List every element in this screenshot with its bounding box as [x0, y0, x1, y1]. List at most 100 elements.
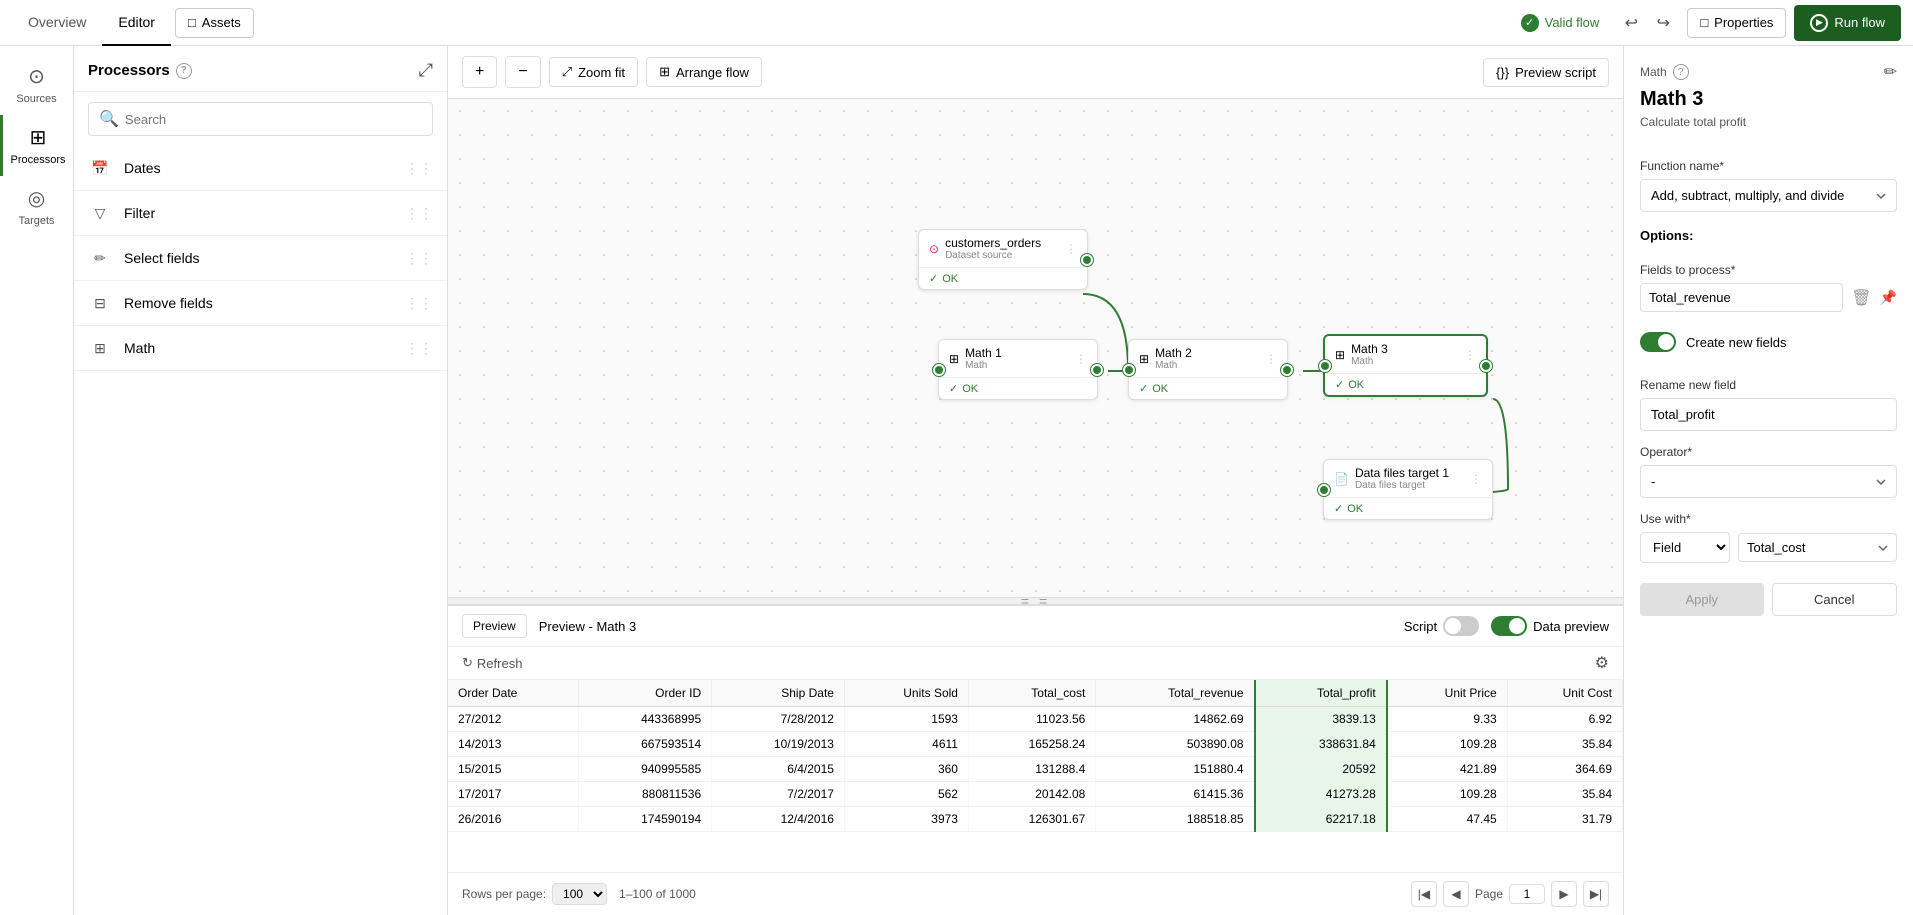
prev-page-button[interactable]: ◀: [1443, 881, 1469, 907]
drag-handle[interactable]: ⋮⋮: [405, 160, 433, 177]
table-column-header[interactable]: Total_revenue: [1096, 680, 1255, 707]
rp-help-icon[interactable]: ?: [1673, 64, 1689, 80]
targets-icon: ◎: [28, 186, 45, 211]
redo-button[interactable]: ↪: [1647, 7, 1679, 39]
preview-tab-button[interactable]: Preview: [462, 614, 527, 638]
output-dot[interactable]: [1281, 364, 1293, 376]
table-column-header[interactable]: Total_profit: [1255, 680, 1387, 707]
refresh-button[interactable]: ↻ Refresh: [462, 655, 522, 671]
data-preview-switch[interactable]: [1491, 616, 1527, 636]
drag-handle[interactable]: ⋮⋮: [405, 340, 433, 357]
script-toggle-switch[interactable]: [1443, 616, 1479, 636]
last-page-button[interactable]: ▶|: [1583, 881, 1609, 907]
processor-remove-fields[interactable]: ⊟ Remove fields ⋮⋮: [74, 281, 447, 326]
preview-table-wrap[interactable]: Order DateOrder IDShip DateUnits SoldTot…: [448, 680, 1623, 872]
zoom-fit-icon: ⤢: [562, 64, 572, 80]
zoom-in-button[interactable]: +: [462, 56, 497, 88]
target-icon: 📄: [1334, 472, 1349, 486]
output-dot[interactable]: [1480, 360, 1492, 372]
node-customers-orders[interactable]: ⊙ customers_orders Dataset source ⋮ ✓ OK: [918, 229, 1088, 290]
node-status: ✓ OK: [1325, 374, 1486, 395]
nav-overview[interactable]: Overview: [12, 0, 102, 46]
search-input[interactable]: [125, 112, 422, 127]
table-column-header[interactable]: Units Sold: [844, 680, 968, 707]
processor-filter[interactable]: ▽ Filter ⋮⋮: [74, 191, 447, 236]
nav-assets[interactable]: □ Assets: [175, 8, 254, 38]
collapse-panel-button[interactable]: ⤢: [419, 60, 433, 81]
processors-panel: Processors ? ⤢ 🔍 📅 Dates ⋮⋮ ▽ Filter ⋮⋮ …: [74, 46, 448, 915]
processors-icon: ⊞: [30, 125, 47, 150]
math-node-icon: ⊞: [1139, 352, 1149, 366]
properties-button[interactable]: □ Properties: [1687, 8, 1786, 38]
table-cell: 15/2015: [448, 757, 579, 782]
help-icon[interactable]: ?: [176, 63, 192, 79]
sidebar-item-processors[interactable]: ⊞ Processors: [0, 115, 73, 176]
undo-button[interactable]: ↩: [1615, 7, 1647, 39]
processor-math[interactable]: ⊞ Math ⋮⋮: [74, 326, 447, 371]
function-name-select[interactable]: Add, subtract, multiply, and divide: [1640, 179, 1897, 212]
delete-field-button[interactable]: 🗑: [1851, 288, 1871, 308]
table-cell: 20142.08: [968, 782, 1095, 807]
resize-handle[interactable]: = =: [448, 597, 1623, 605]
rows-per-page-select[interactable]: 100 50 25: [552, 883, 607, 905]
table-column-header[interactable]: Unit Price: [1387, 680, 1507, 707]
node-math2[interactable]: ⊞ Math 2 Math ⋮ ✓ OK: [1128, 339, 1288, 400]
flow-canvas[interactable]: ⊙ customers_orders Dataset source ⋮ ✓ OK: [448, 99, 1623, 597]
create-new-fields-toggle[interactable]: [1640, 332, 1676, 352]
operator-select[interactable]: - + × ÷: [1640, 465, 1897, 498]
node-menu-icon[interactable]: ⋮: [1075, 352, 1087, 366]
run-flow-button[interactable]: ▶ Run flow: [1794, 5, 1901, 41]
apply-button[interactable]: Apply: [1640, 583, 1764, 616]
input-dot[interactable]: [933, 364, 945, 376]
zoom-fit-button[interactable]: ⤢ Zoom fit: [549, 57, 638, 87]
table-column-header[interactable]: Order ID: [579, 680, 712, 707]
processor-dates[interactable]: 📅 Dates ⋮⋮: [74, 146, 447, 191]
output-dot[interactable]: [1081, 254, 1093, 266]
toggle-knob: [1658, 334, 1674, 350]
table-column-header[interactable]: Unit Cost: [1507, 680, 1622, 707]
first-page-button[interactable]: |◀: [1411, 881, 1437, 907]
table-header-row: Order DateOrder IDShip DateUnits SoldTot…: [448, 680, 1623, 707]
node-math3[interactable]: ⊞ Math 3 Math ⋮ ✓ OK: [1323, 334, 1488, 397]
sidebar-item-sources[interactable]: ⊙ Sources: [0, 54, 73, 115]
processor-select-fields[interactable]: ✏ Select fields ⋮⋮: [74, 236, 447, 281]
output-dot[interactable]: [1091, 364, 1103, 376]
zoom-out-button[interactable]: −: [505, 56, 540, 88]
use-with-field-select[interactable]: Total_cost Total_revenue: [1738, 533, 1897, 562]
settings-button[interactable]: ⚙: [1595, 653, 1609, 673]
node-header: 📄 Data files target 1 Data files target …: [1324, 460, 1492, 498]
sidebar-item-targets[interactable]: ◎ Targets: [0, 176, 73, 237]
page-input[interactable]: [1509, 884, 1545, 904]
table-column-header[interactable]: Order Date: [448, 680, 579, 707]
input-dot[interactable]: [1318, 484, 1330, 496]
node-menu-icon[interactable]: ⋮: [1464, 348, 1476, 362]
input-dot[interactable]: [1123, 364, 1135, 376]
arrange-flow-button[interactable]: ⊞ Arrange flow: [646, 57, 762, 87]
node-menu-icon[interactable]: ⋮: [1470, 472, 1482, 486]
cancel-button[interactable]: Cancel: [1772, 583, 1898, 616]
next-page-button[interactable]: ▶: [1551, 881, 1577, 907]
rp-edit-button[interactable]: ✏: [1884, 62, 1897, 82]
node-menu-icon[interactable]: ⋮: [1065, 242, 1077, 256]
node-menu-icon[interactable]: ⋮: [1265, 352, 1277, 366]
fields-to-process-select[interactable]: Total_revenue: [1640, 283, 1843, 312]
table-cell: 503890.08: [1096, 732, 1255, 757]
input-dot[interactable]: [1319, 360, 1331, 372]
nav-editor[interactable]: Editor: [102, 0, 171, 46]
table-column-header[interactable]: Total_cost: [968, 680, 1095, 707]
table-column-header[interactable]: Ship Date: [712, 680, 845, 707]
script-toggle: Script: [1404, 616, 1479, 636]
use-with-type-select[interactable]: Field Value: [1640, 532, 1730, 563]
drag-handle[interactable]: ⋮⋮: [405, 295, 433, 312]
pin-field-button[interactable]: 📌: [1880, 289, 1897, 306]
rename-new-field-input[interactable]: [1640, 398, 1897, 431]
drag-handle[interactable]: ⋮⋮: [405, 250, 433, 267]
table-cell: 61415.36: [1096, 782, 1255, 807]
node-data-files-target[interactable]: 📄 Data files target 1 Data files target …: [1323, 459, 1493, 520]
filter-icon: ▽: [88, 201, 112, 225]
drag-handle[interactable]: ⋮⋮: [405, 205, 433, 222]
data-preview-toggle: Data preview: [1491, 616, 1609, 636]
node-math1[interactable]: ⊞ Math 1 Math ⋮ ✓ OK: [938, 339, 1098, 400]
table-cell: 9.33: [1387, 707, 1507, 732]
preview-script-button[interactable]: {}} Preview script: [1483, 58, 1609, 87]
